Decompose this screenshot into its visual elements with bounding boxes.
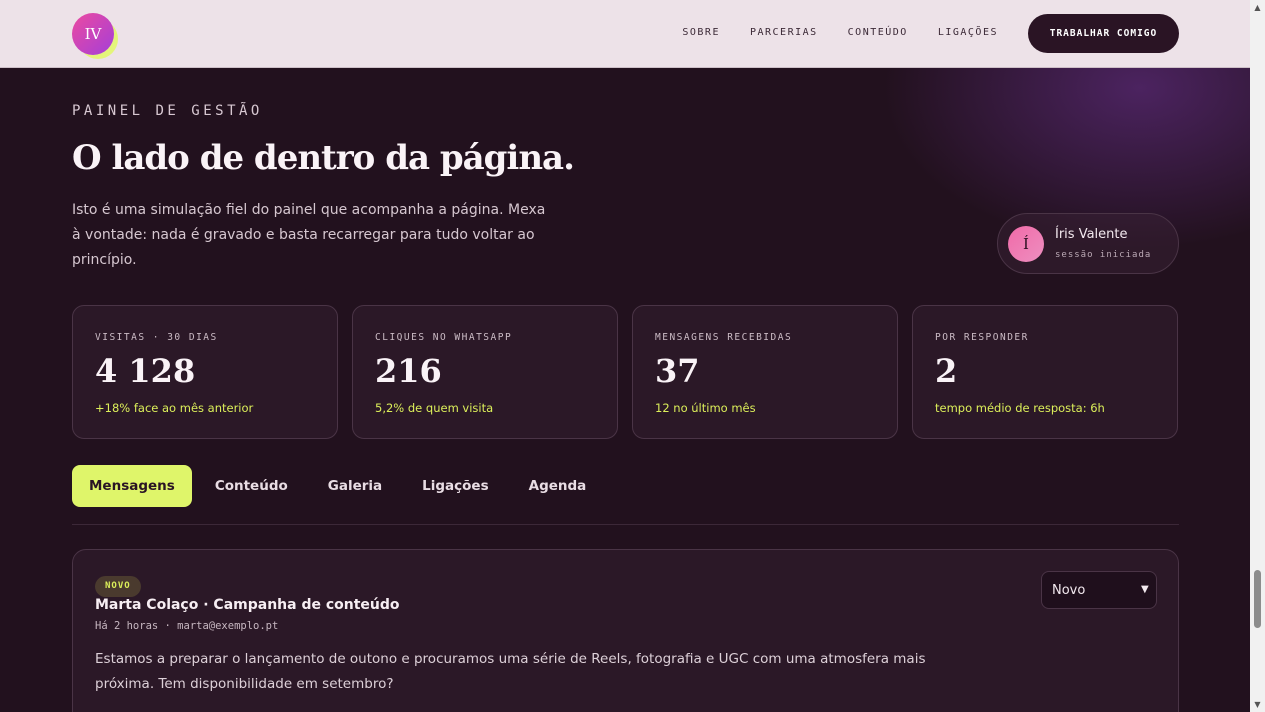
message-sender: Marta Colaço · Campanha de conteúdo xyxy=(95,597,400,613)
nav-link-parcerias[interactable]: PARCERIAS xyxy=(750,27,818,38)
tab-ligacoes[interactable]: Ligações xyxy=(405,465,505,507)
page-eyebrow: PAINEL DE GESTÃO xyxy=(72,103,263,119)
work-with-me-button[interactable]: TRABALHAR COMIGO xyxy=(1028,14,1179,53)
message-body: Estamos a preparar o lançamento de outon… xyxy=(95,651,926,692)
scrollbar-thumb[interactable] xyxy=(1254,570,1261,628)
message-card: NOVO Marta Colaço · Campanha de conteúdo… xyxy=(72,549,1179,712)
nav-link-conteudo[interactable]: CONTEÚDO xyxy=(848,27,908,38)
stat-note: +18% face ao mês anterior xyxy=(95,401,254,415)
nav-link-sobre[interactable]: SOBRE xyxy=(682,27,720,38)
tab-conteudo[interactable]: Conteúdo xyxy=(198,465,305,507)
stat-value: 216 xyxy=(375,352,442,390)
main-nav: SOBRE PARCERIAS CONTEÚDO LIGAÇÕES xyxy=(682,27,998,38)
avatar: Í xyxy=(1008,226,1044,262)
message-status-select[interactable]: Novo xyxy=(1041,571,1157,609)
stat-label: MENSAGENS RECEBIDAS xyxy=(655,332,793,343)
stat-note: 12 no último mês xyxy=(655,401,756,415)
session-user-name: Íris Valente xyxy=(1055,227,1128,242)
status-badge: NOVO xyxy=(95,576,141,597)
stat-note: tempo médio de resposta: 6h xyxy=(935,401,1105,415)
stat-card-visits: VISITAS · 30 DIAS 4 128 +18% face ao mês… xyxy=(72,305,338,439)
stat-label: VISITAS · 30 DIAS xyxy=(95,332,218,343)
dashboard-main: PAINEL DE GESTÃO O lado de dentro da pág… xyxy=(0,68,1250,712)
page-title: O lado de dentro da página. xyxy=(72,138,575,178)
logo[interactable]: IV xyxy=(72,13,114,55)
page-intro: Isto é uma simulação fiel do painel que … xyxy=(72,202,546,268)
stat-card-messages: MENSAGENS RECEBIDAS 37 12 no último mês xyxy=(632,305,898,439)
session-pill[interactable]: Í Íris Valente sessão iniciada xyxy=(997,213,1179,274)
message-meta: Há 2 horas · marta@exemplo.pt xyxy=(95,620,279,632)
tab-galeria[interactable]: Galeria xyxy=(311,465,399,507)
divider xyxy=(72,524,1179,525)
scroll-down-arrow-icon[interactable]: ▼ xyxy=(1253,700,1262,709)
stat-note: 5,2% de quem visita xyxy=(375,401,494,415)
tab-bar: Mensagens Conteúdo Galeria Ligações Agen… xyxy=(72,465,609,507)
nav-link-ligacoes[interactable]: LIGAÇÕES xyxy=(938,27,998,38)
session-status: sessão iniciada xyxy=(1055,250,1152,260)
page-scrollbar[interactable]: ▲ ▼ xyxy=(1250,0,1265,712)
stat-value: 2 xyxy=(935,352,958,390)
top-navigation-bar: IV SOBRE PARCERIAS CONTEÚDO LIGAÇÕES TRA… xyxy=(0,0,1250,68)
stats-grid: VISITAS · 30 DIAS 4 128 +18% face ao mês… xyxy=(72,305,1179,439)
stat-label: CLIQUES NO WHATSAPP xyxy=(375,332,513,343)
stat-card-whatsapp-clicks: CLIQUES NO WHATSAPP 216 5,2% de quem vis… xyxy=(352,305,618,439)
stat-card-pending: POR RESPONDER 2 tempo médio de resposta:… xyxy=(912,305,1178,439)
tab-mensagens[interactable]: Mensagens xyxy=(72,465,192,507)
stat-value: 4 128 xyxy=(95,352,196,390)
stat-value: 37 xyxy=(655,352,700,390)
scroll-up-arrow-icon[interactable]: ▲ xyxy=(1253,3,1262,12)
tab-agenda[interactable]: Agenda xyxy=(512,465,604,507)
stat-label: POR RESPONDER xyxy=(935,332,1029,343)
